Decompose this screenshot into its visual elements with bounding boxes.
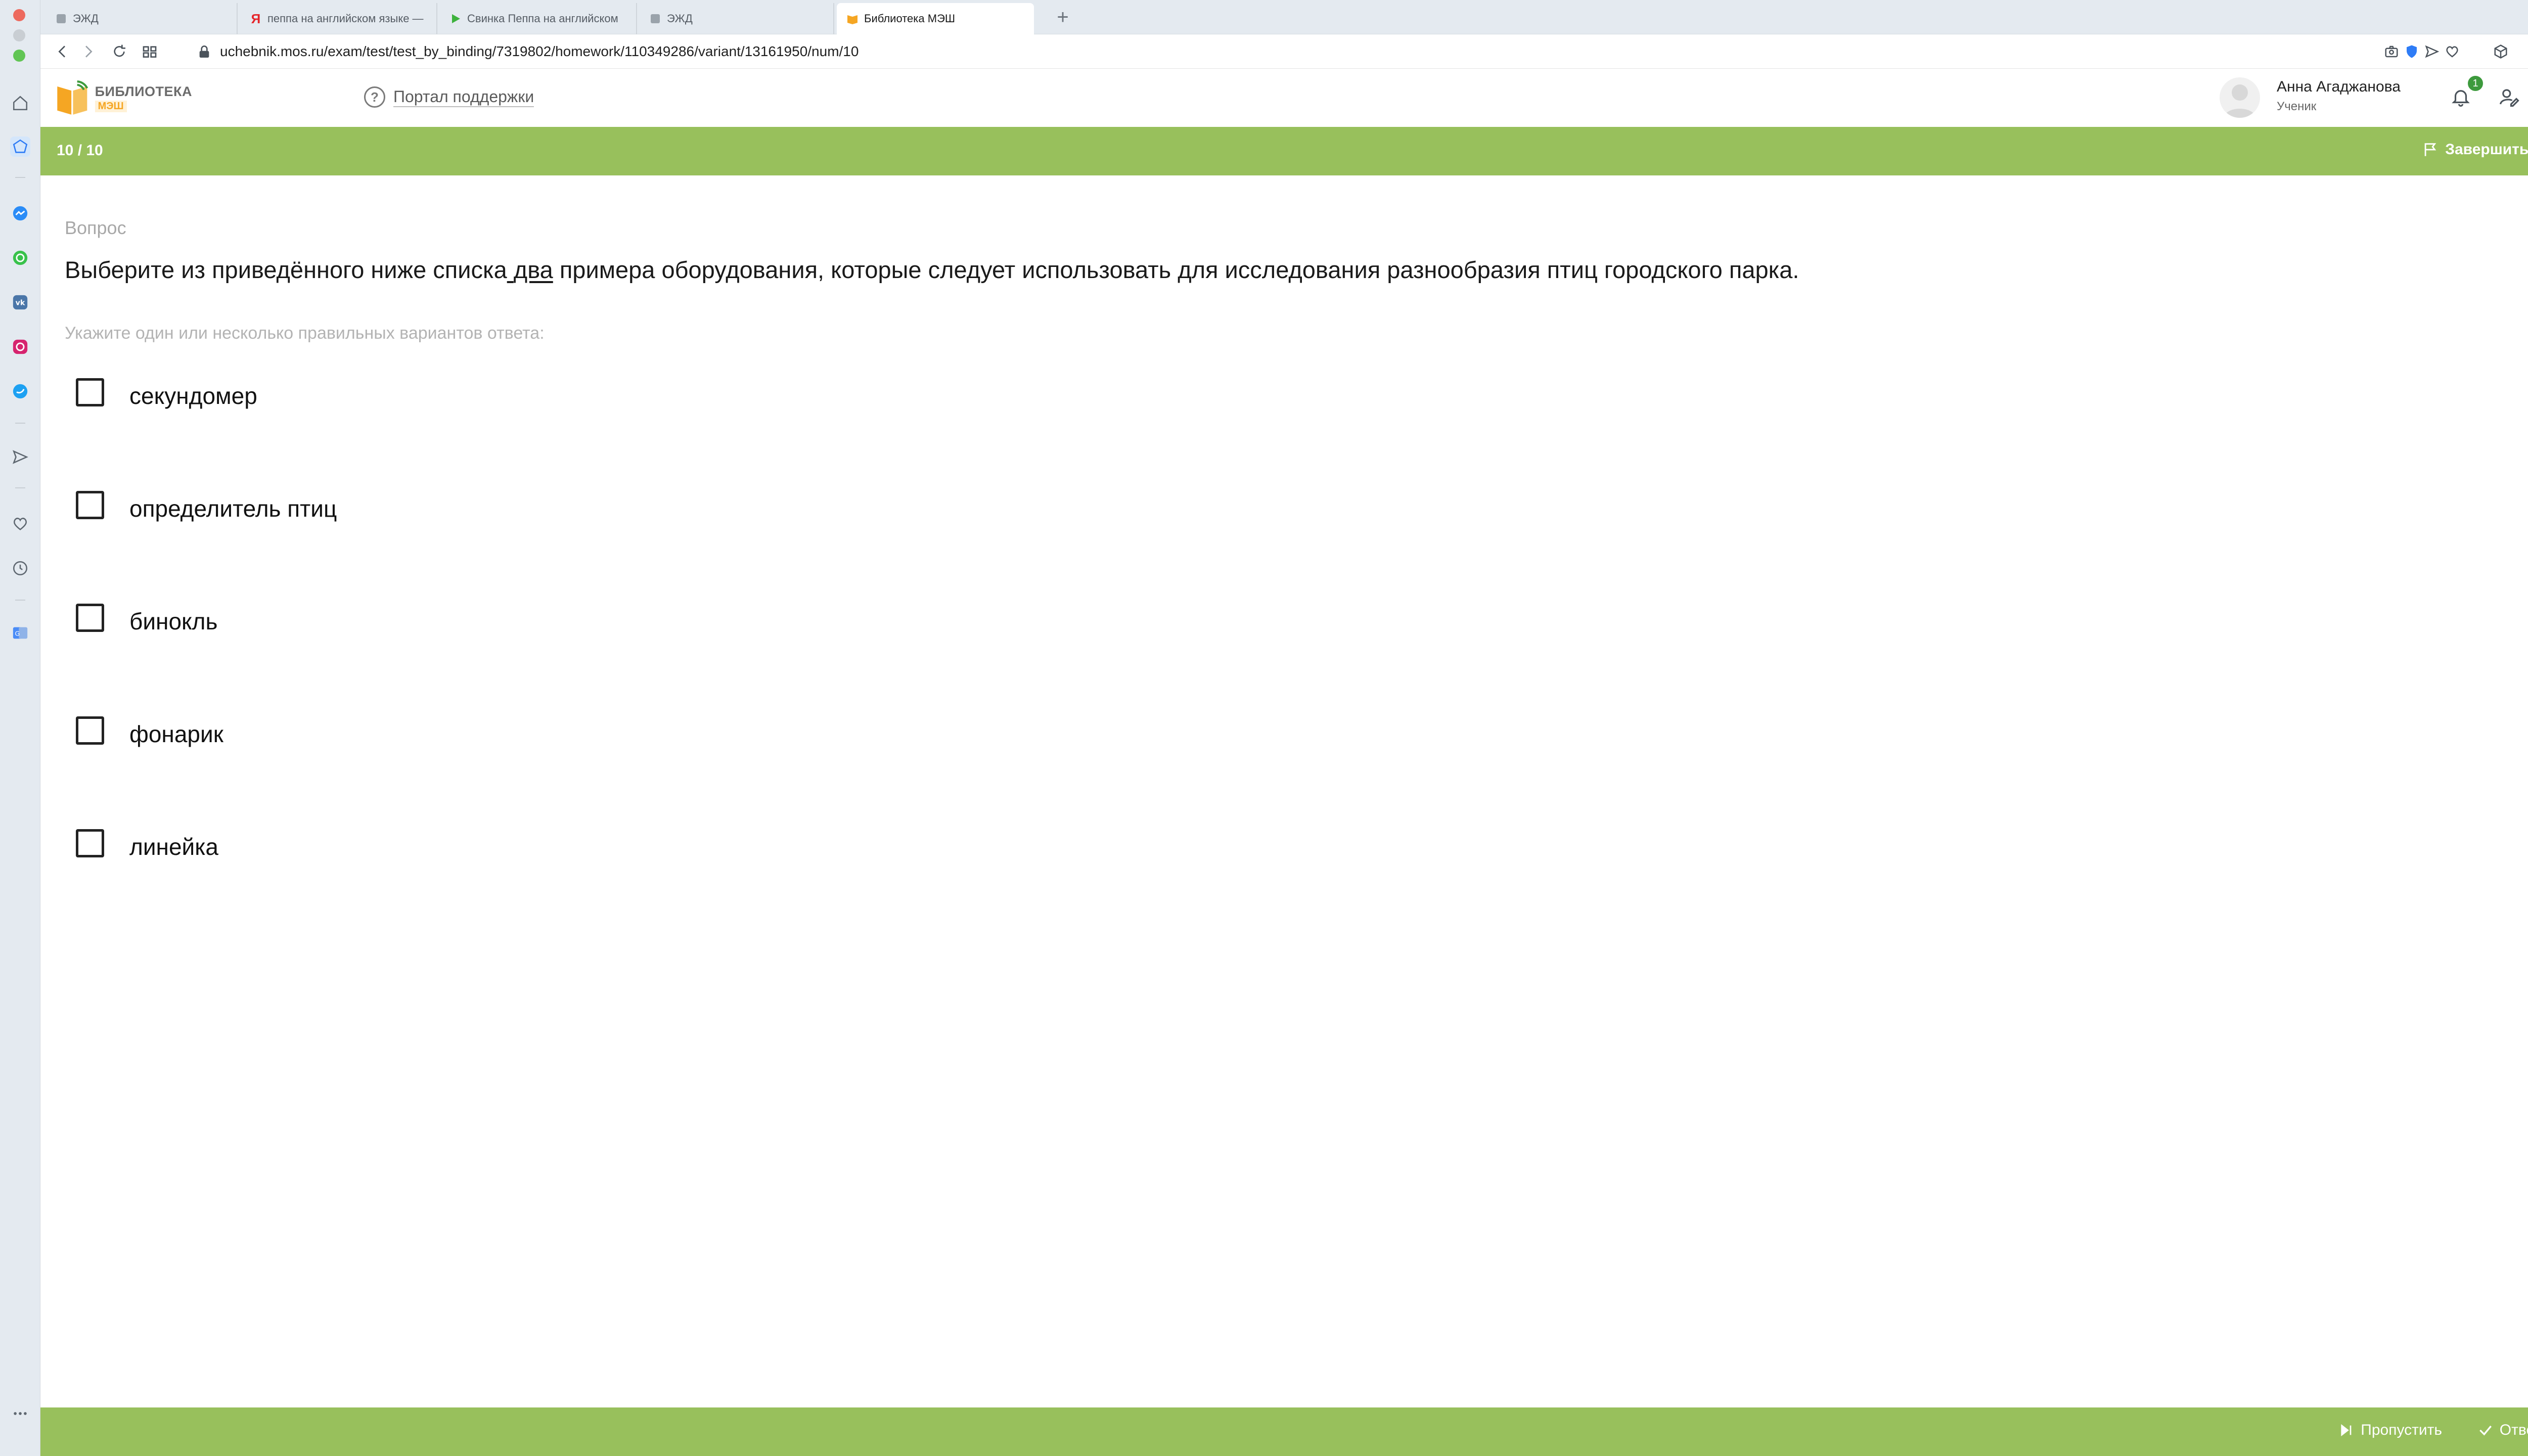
more-icon[interactable] [10,1403,30,1424]
history-icon[interactable] [10,558,30,578]
svg-text:G: G [15,630,20,638]
shield-icon[interactable] [2403,42,2421,61]
reload-button[interactable] [109,41,129,62]
tab-mesh-library[interactable]: Библиотека МЭШ [837,3,1034,34]
flag-icon [2424,143,2436,156]
minimize-window-button[interactable] [13,29,25,41]
logo-subtitle: МЭШ [95,101,127,112]
question-text-start: Выберите из приведённого ниже списка [65,256,507,283]
answer-option[interactable]: фонарик [76,710,223,751]
send-icon[interactable] [10,447,30,467]
question-emphasis-word: два [513,256,553,283]
tab-peppa-video[interactable]: Свинка Пеппа на английском [440,3,637,34]
sidebar-separator [15,177,25,178]
lock-icon[interactable] [196,43,212,60]
answer-button[interactable]: Ответить [2477,1422,2528,1439]
answer-option-label[interactable]: фонарик [129,720,223,748]
user-name[interactable]: Анна Агаджанова [2277,78,2401,96]
answer-option-label[interactable]: бинокль [129,608,217,635]
tab-bar: ЭЖД Я пеппа на английском языке — Свинка… [40,0,2528,34]
translate-icon[interactable]: G [10,623,30,643]
vk-icon[interactable]: vk [10,292,30,312]
sidebar-separator [15,600,25,601]
answer-option-label[interactable]: линейка [129,833,218,860]
user-role: Ученик [2277,100,2317,113]
mesh-book-icon [846,12,859,25]
ezhd-icon [649,12,662,25]
checkmark-icon [2479,1425,2492,1436]
browser-sidebar: vk G [0,0,40,1456]
tab-title: Свинка Пеппа на английском [467,12,618,25]
support-portal-link[interactable]: ? Портал поддержки [364,86,534,108]
answer-option-label[interactable]: секундомер [129,382,257,410]
address-bar: uchebnik.mos.ru/exam/test/test_by_bindin… [40,34,2528,69]
answer-label: Ответить [2499,1422,2528,1438]
logo-title: БИБЛИОТЕКА [95,84,192,99]
answer-option[interactable]: линейка [76,823,218,863]
question-label: Вопрос [65,217,126,238]
sidebar-separator [15,423,25,424]
mesh-library-logo[interactable]: БИБЛИОТЕКА МЭШ [56,75,192,121]
question-text: Выберите из приведённого ниже списка два… [65,256,1799,284]
yandex-icon: Я [251,11,261,26]
bookmark-heart-icon[interactable] [2443,42,2461,61]
question-circle-icon: ? [364,86,385,108]
tab-title: Библиотека МЭШ [864,12,956,25]
send-page-icon[interactable] [2423,42,2441,61]
tab-title: ЭЖД [667,12,693,25]
url-field[interactable]: uchebnik.mos.ru/exam/test/test_by_bindin… [220,42,859,61]
support-label: Портал поддержки [393,87,534,107]
finish-test-button[interactable]: Завершить тест [2422,141,2528,158]
skip-button[interactable]: Пропустить [2338,1422,2442,1439]
sidebar-separator [15,487,25,488]
maximize-window-button[interactable] [13,50,25,62]
answer-checkbox[interactable] [76,604,104,632]
forward-button[interactable] [78,41,98,62]
answer-instruction: Укажите один или несколько правильных ва… [65,324,545,343]
close-window-button[interactable] [13,9,25,21]
tab-title: ЭЖД [73,12,99,25]
twitter-icon[interactable] [10,381,30,401]
svg-text:vk: vk [16,299,25,307]
test-action-bar: Пропустить Ответить [40,1407,2528,1456]
tab-ezhd-2[interactable]: ЭЖД [640,3,834,34]
speed-dial-icon[interactable] [10,136,30,157]
finish-test-label: Завершить тест [2445,141,2528,158]
extensions-cube-icon[interactable] [2492,42,2510,61]
answer-checkbox[interactable] [76,491,104,519]
skip-icon [2341,1424,2352,1437]
skip-label: Пропустить [2361,1422,2442,1438]
camera-icon[interactable] [2382,42,2401,61]
download-icon[interactable] [2524,42,2528,61]
tabs-grid-button[interactable] [140,41,160,62]
site-header: БИБЛИОТЕКА МЭШ ? Портал поддержки Анна А… [40,69,2528,127]
whatsapp-icon[interactable] [10,248,30,268]
tab-ezhd-1[interactable]: ЭЖД [46,3,238,34]
heart-icon[interactable] [10,514,30,534]
back-button[interactable] [53,41,73,62]
notification-badge: 1 [2466,74,2485,93]
answer-option[interactable]: секундомер [76,372,257,413]
play-icon [449,12,462,25]
test-progress-bar: 10 / 10 Завершить тест [40,127,2528,175]
instagram-icon[interactable] [10,337,30,357]
answer-checkbox[interactable] [76,716,104,745]
question-counter: 10 / 10 [57,142,103,159]
tab-yandex-search[interactable]: Я пеппа на английском языке — [240,3,437,34]
messenger-icon[interactable] [10,203,30,223]
answer-option-label[interactable]: определитель птиц [129,495,337,522]
answer-option[interactable]: определитель птиц [76,485,337,525]
tab-title: пеппа на английском языке — [267,12,424,25]
answer-option[interactable]: бинокль [76,598,217,638]
ezhd-icon [55,12,68,25]
home-icon[interactable] [10,93,30,113]
avatar[interactable] [2220,77,2260,118]
book-logo-icon [57,80,88,115]
new-tab-button[interactable]: + [1052,6,1074,28]
answer-checkbox[interactable] [76,378,104,406]
user-edit-icon[interactable] [2497,84,2522,110]
question-text-emphasis: два [507,256,553,283]
question-text-end: примера оборудования, которые следует ис… [553,256,1799,283]
answer-checkbox[interactable] [76,829,104,857]
